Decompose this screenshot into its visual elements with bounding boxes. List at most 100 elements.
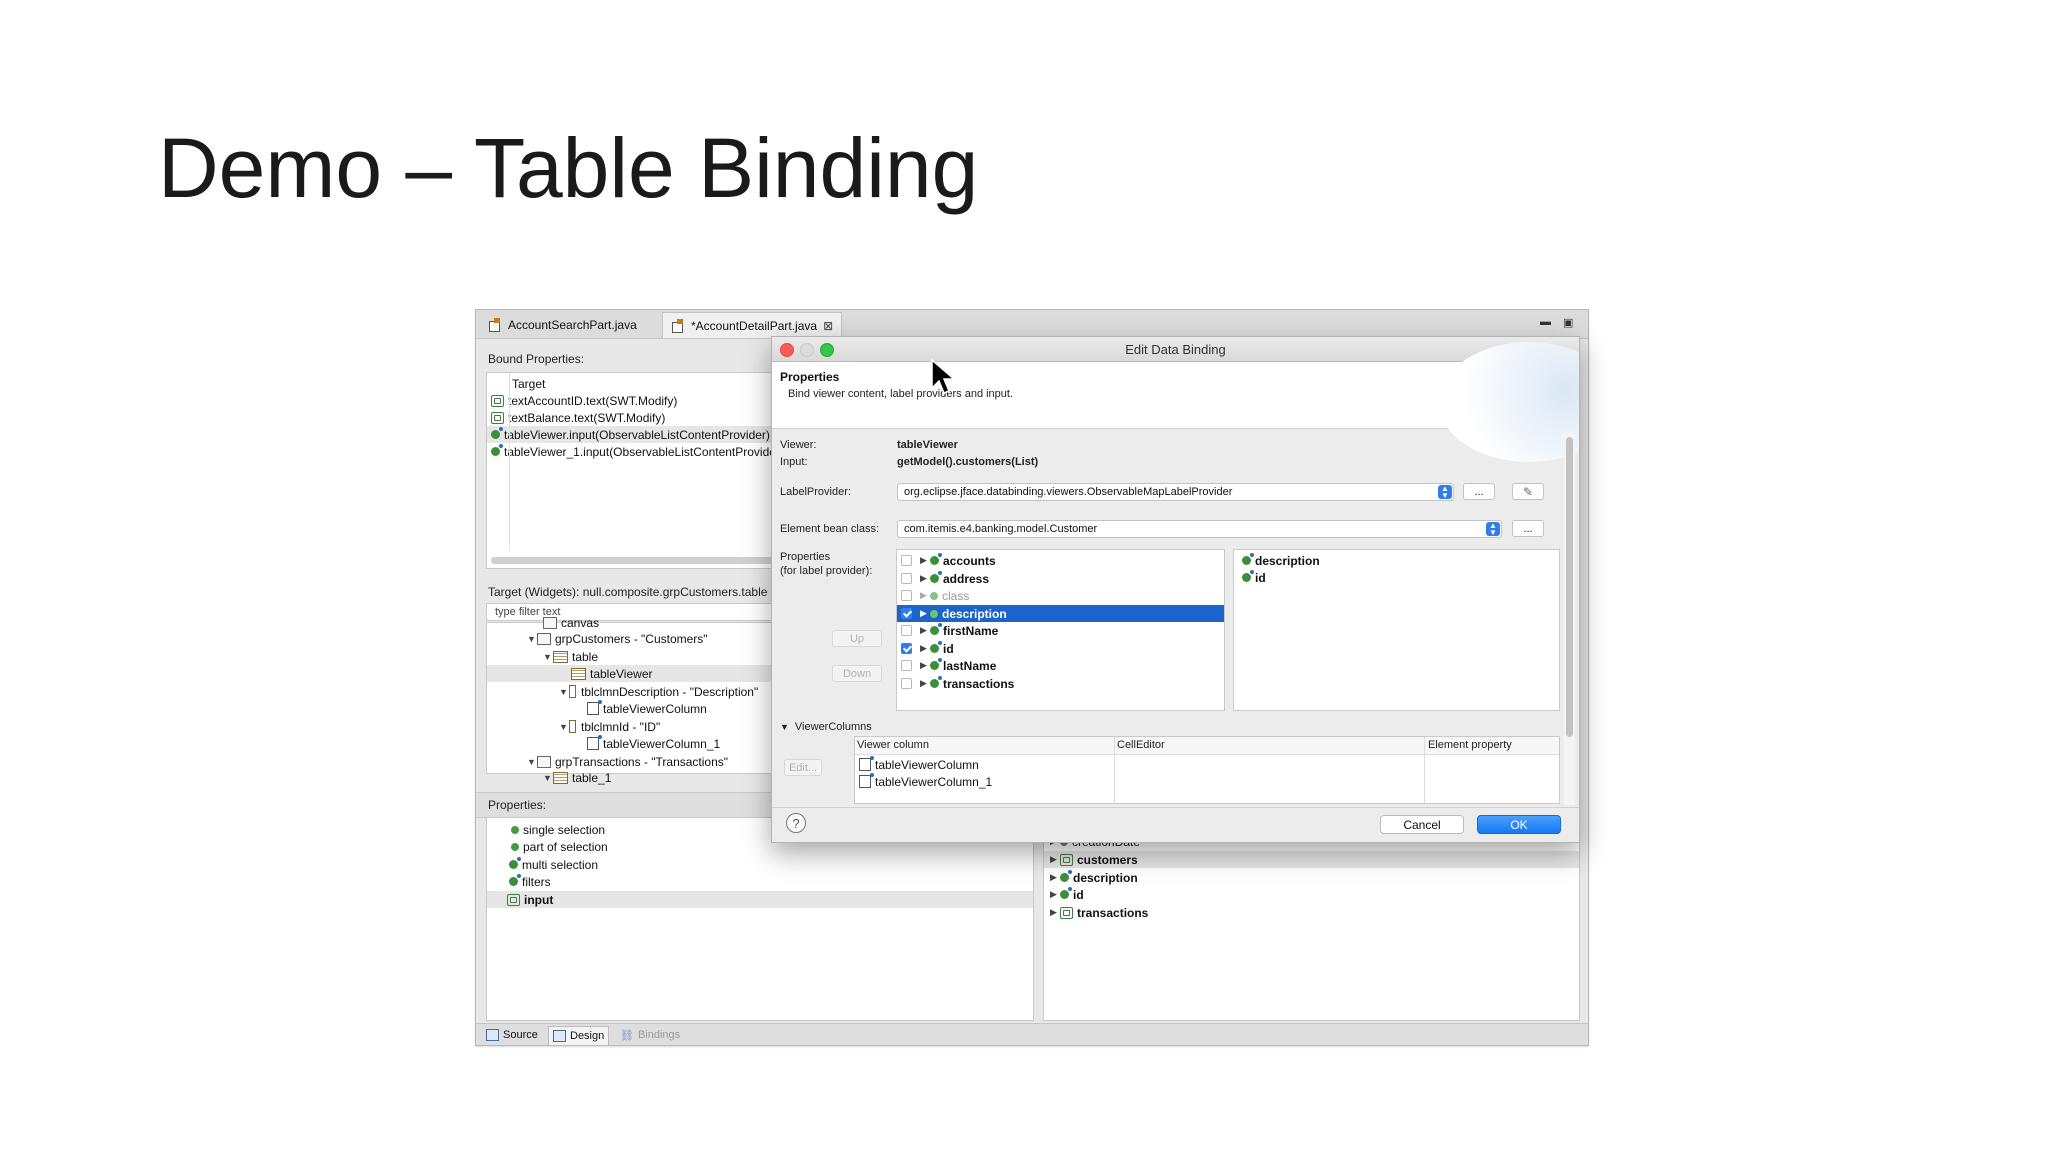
edit-column-button[interactable]: Edit... (784, 759, 822, 776)
expand-arrow-icon[interactable]: ▶ (920, 555, 930, 566)
minimize-icon[interactable]: ▬ (1540, 316, 1551, 328)
bean-class-browse-button[interactable]: ... (1512, 520, 1544, 537)
property-row-accounts[interactable]: ▶ accounts (897, 552, 1224, 569)
viewer-columns-section[interactable]: ▼ ViewerColumns (780, 721, 872, 733)
close-icon[interactable]: ⊠ (823, 319, 833, 333)
labelprovider-combo[interactable]: org.eclipse.jface.databinding.viewers.Ob… (897, 483, 1454, 501)
model-properties-list[interactable]: balance ▶creationDate ▶customers ▶descri… (1043, 817, 1580, 1021)
list-item[interactable]: filters (487, 873, 1033, 890)
cancel-button[interactable]: Cancel (1380, 815, 1464, 834)
column-header-viewer-column[interactable]: Viewer column (857, 739, 929, 751)
checkbox[interactable] (901, 608, 912, 619)
property-row-transactions[interactable]: ▶ transactions (897, 675, 1224, 692)
tree-item[interactable]: canvas (487, 614, 787, 631)
column-header-element-property[interactable]: Element property (1428, 739, 1512, 751)
table-row[interactable]: tableViewerColumn (855, 756, 1109, 773)
expand-arrow-icon[interactable]: ▼ (527, 634, 537, 644)
collapse-arrow-icon[interactable]: ▼ (780, 722, 789, 732)
tab-account-detail-part[interactable]: *AccountDetailPart.java ⊠ (662, 312, 843, 338)
expand-arrow-icon[interactable]: ▶ (920, 625, 930, 636)
down-button[interactable]: Down (832, 665, 882, 682)
viewer-columns-table[interactable]: Viewer column CellEditor Element propert… (854, 736, 1560, 804)
checkbox[interactable] (901, 590, 912, 601)
expand-arrow-icon[interactable]: ▶ (920, 678, 930, 689)
properties-list[interactable]: single selection part of selection multi… (486, 817, 1034, 1021)
expand-arrow-icon[interactable]: ▶ (1050, 889, 1060, 900)
checkbox[interactable] (901, 625, 912, 636)
expand-arrow-icon[interactable]: ▶ (920, 590, 930, 601)
expand-arrow-icon[interactable]: ▶ (920, 573, 930, 584)
scrollbar-thumb[interactable] (1566, 437, 1573, 737)
source-icon (486, 1029, 499, 1041)
checkbox[interactable] (901, 573, 912, 584)
labelprovider-browse-button[interactable]: ... (1463, 483, 1495, 500)
bean-properties-tree[interactable]: ▶ accounts ▶ address ▶ class ▶ description ▶… (896, 549, 1225, 711)
tab-bindings[interactable]: ⛓ Bindings (616, 1026, 684, 1044)
tree-item[interactable]: tableViewerColumn_1 (487, 735, 787, 752)
list-item[interactable]: description (1234, 552, 1559, 569)
checkbox[interactable] (901, 643, 912, 654)
expand-arrow-icon[interactable]: ▼ (559, 687, 569, 697)
table-row[interactable]: textAccountID.text(SWT.Modify) (487, 392, 787, 409)
bean-class-combo[interactable]: com.itemis.e4.banking.model.Customer ▲ ▼ (897, 520, 1502, 538)
list-item[interactable]: ▶ transactions (1044, 904, 1579, 921)
list-item[interactable]: ▶ id (1044, 886, 1579, 903)
checkbox[interactable] (901, 678, 912, 689)
expand-arrow-icon[interactable]: ▼ (543, 652, 553, 662)
tab-account-search-part[interactable]: AccountSearchPart.java (480, 312, 645, 337)
expand-arrow-icon[interactable]: ▶ (1050, 872, 1060, 883)
expand-arrow-icon[interactable]: ▼ (543, 773, 553, 783)
table-row[interactable]: tableViewer.input(ObservableListContentP… (487, 426, 787, 443)
tree-item[interactable]: tableViewer (487, 665, 787, 682)
maximize-icon[interactable]: ▣ (1563, 316, 1573, 329)
tree-item[interactable]: ▼ table_1 (487, 769, 787, 786)
bound-properties-table[interactable]: Target textAccountID.text(SWT.Modify) te… (486, 372, 788, 569)
expand-arrow-icon[interactable]: ▼ (527, 757, 537, 767)
expand-arrow-icon[interactable]: ▶ (1050, 907, 1060, 918)
ok-button[interactable]: OK (1477, 815, 1561, 834)
dialog-titlebar: Edit Data Binding (772, 337, 1579, 362)
property-row-class[interactable]: ▶ class (897, 587, 1224, 604)
property-row-description[interactable]: ▶ description (897, 605, 1224, 622)
list-item[interactable]: input (487, 891, 1033, 908)
tree-item[interactable]: ▼ grpTransactions - "Transactions" (487, 753, 787, 770)
list-item[interactable]: ▶ description (1044, 869, 1579, 886)
tab-source[interactable]: Source (482, 1026, 542, 1044)
vertical-scrollbar[interactable] (1564, 433, 1575, 805)
list-item[interactable]: id (1234, 569, 1559, 586)
dialog-title: Edit Data Binding (1125, 342, 1226, 357)
property-row-lastname[interactable]: ▶ lastName (897, 657, 1224, 674)
tree-item[interactable]: tableViewerColumn (487, 700, 787, 717)
expand-arrow-icon[interactable]: ▶ (920, 608, 930, 619)
table-row[interactable]: tableViewerColumn_1 (855, 773, 1109, 790)
list-item[interactable]: multi selection (487, 856, 1033, 873)
expand-arrow-icon[interactable]: ▶ (920, 643, 930, 654)
table-row[interactable]: textBalance.text(SWT.Modify) (487, 409, 787, 426)
property-row-firstname[interactable]: ▶ firstName (897, 622, 1224, 639)
up-button[interactable]: Up (832, 630, 882, 647)
widgets-tree[interactable]: canvas ▼ grpCustomers - "Customers" ▼ tabl… (486, 616, 788, 785)
property-row-id[interactable]: ▶ id (897, 640, 1224, 657)
expand-arrow-icon[interactable]: ▼ (559, 722, 569, 732)
tree-item[interactable]: ▼ tblclmnId - "ID" (487, 718, 787, 735)
property-row-address[interactable]: ▶ address (897, 570, 1224, 587)
column-header-celleditor[interactable]: CellEditor (1117, 739, 1165, 751)
property-icon (1060, 887, 1072, 899)
horizontal-scrollbar[interactable] (491, 557, 783, 564)
help-icon[interactable]: ? (786, 813, 806, 833)
expand-arrow-icon[interactable]: ▶ (920, 660, 930, 671)
tree-item[interactable]: ▼ tblclmnDescription - "Description" (487, 683, 787, 700)
tab-design[interactable]: Design (548, 1026, 610, 1045)
tree-item[interactable]: ▼ table (487, 648, 787, 665)
bindings-icon: ⛓ (620, 1029, 634, 1042)
list-item[interactable]: ▶ customers (1044, 851, 1579, 868)
checkbox[interactable] (901, 555, 912, 566)
table-row[interactable]: tableViewer_1.input(ObservableListConten… (487, 443, 787, 460)
tree-item[interactable]: ▼ grpCustomers - "Customers" (487, 630, 787, 647)
eraser-icon: ✎ (1522, 484, 1534, 499)
mouse-cursor-icon (931, 358, 957, 394)
expand-arrow-icon[interactable]: ▶ (1050, 854, 1060, 865)
clear-labelprovider-button[interactable]: ✎ (1512, 483, 1544, 500)
selected-properties-list[interactable]: description id (1233, 549, 1560, 711)
checkbox[interactable] (901, 660, 912, 671)
